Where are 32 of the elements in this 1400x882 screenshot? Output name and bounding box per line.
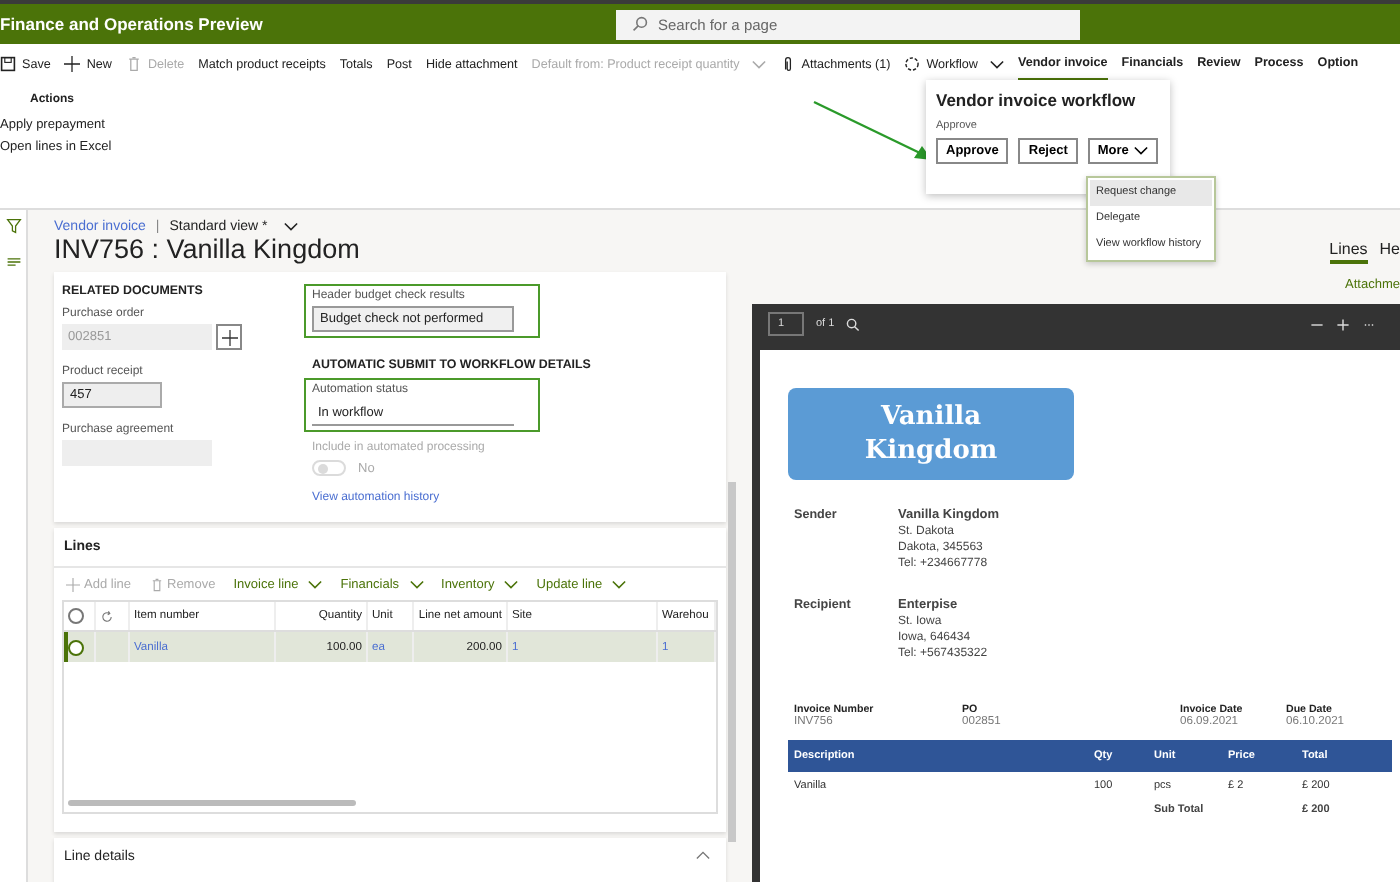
collapse-icon[interactable] <box>696 850 710 860</box>
caret-icon <box>283 222 298 232</box>
refresh-icon[interactable] <box>100 609 114 623</box>
caret-icon <box>989 59 1004 69</box>
view-tab[interactable]: He <box>1379 240 1400 264</box>
menu-icon[interactable] <box>5 254 21 270</box>
row-radio[interactable] <box>68 639 84 655</box>
plus-icon <box>66 578 80 592</box>
plus-icon <box>221 329 237 345</box>
plus-icon <box>64 56 81 72</box>
app-title: Finance and Operations Preview <box>0 14 263 34</box>
caret-icon <box>409 580 424 590</box>
caret-icon <box>308 580 323 590</box>
company-logo: Vanilla Kingdom <box>788 388 1074 480</box>
trash-icon <box>149 578 163 592</box>
zoom-in-icon[interactable] <box>1336 317 1350 331</box>
filter-icon[interactable] <box>5 218 21 234</box>
caret-icon <box>1134 146 1149 156</box>
search-icon <box>632 16 648 32</box>
caret-icon <box>504 580 519 590</box>
save-icon <box>0 56 16 72</box>
caret-icon <box>751 59 766 69</box>
search-icon[interactable] <box>846 317 861 331</box>
popup-title: Vendor invoice workflow <box>936 90 1138 110</box>
workflow-icon <box>904 56 921 72</box>
trash-icon <box>125 56 142 72</box>
view-tab[interactable]: Lines <box>1329 240 1368 264</box>
page-title: INV756 : Vanilla Kingdom <box>54 234 360 264</box>
paperclip-icon <box>779 56 796 72</box>
select-all-radio[interactable] <box>68 608 84 624</box>
add-button[interactable] <box>216 324 242 350</box>
caret-icon <box>612 580 627 590</box>
